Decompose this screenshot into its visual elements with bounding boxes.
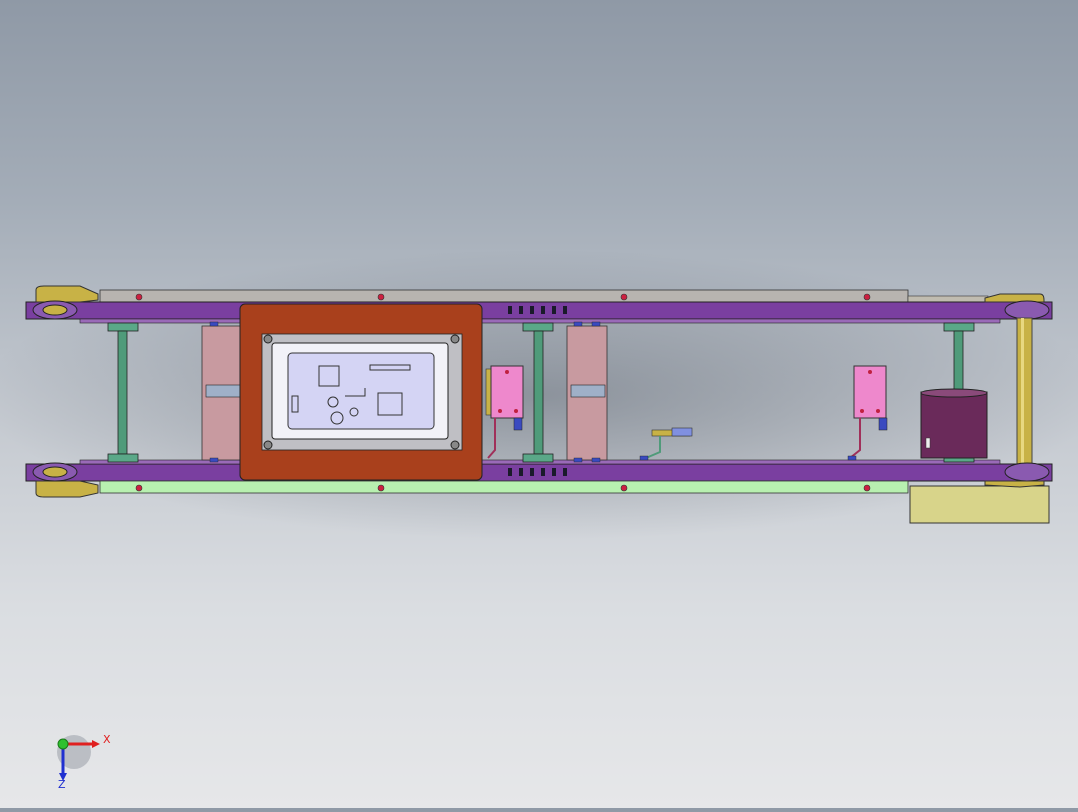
- motor-cylinder: [920, 388, 988, 459]
- bottom-green-rail: [99, 480, 909, 494]
- hmi-panel: [239, 303, 483, 481]
- motor-box: [909, 485, 1050, 524]
- z-axis-label: Z: [58, 778, 66, 791]
- axis-triad: [57, 735, 100, 781]
- origin-dot: [57, 738, 69, 750]
- bottom-frame-beam: [25, 463, 1053, 482]
- x-axis-label: X: [103, 733, 111, 746]
- top-frame-beam: [25, 301, 1053, 320]
- cad-viewport[interactable]: X Z: [0, 0, 1078, 808]
- hmi-screen: [287, 352, 435, 430]
- top-gray-rail: [99, 289, 909, 303]
- conveyor-model: [0, 250, 1078, 781]
